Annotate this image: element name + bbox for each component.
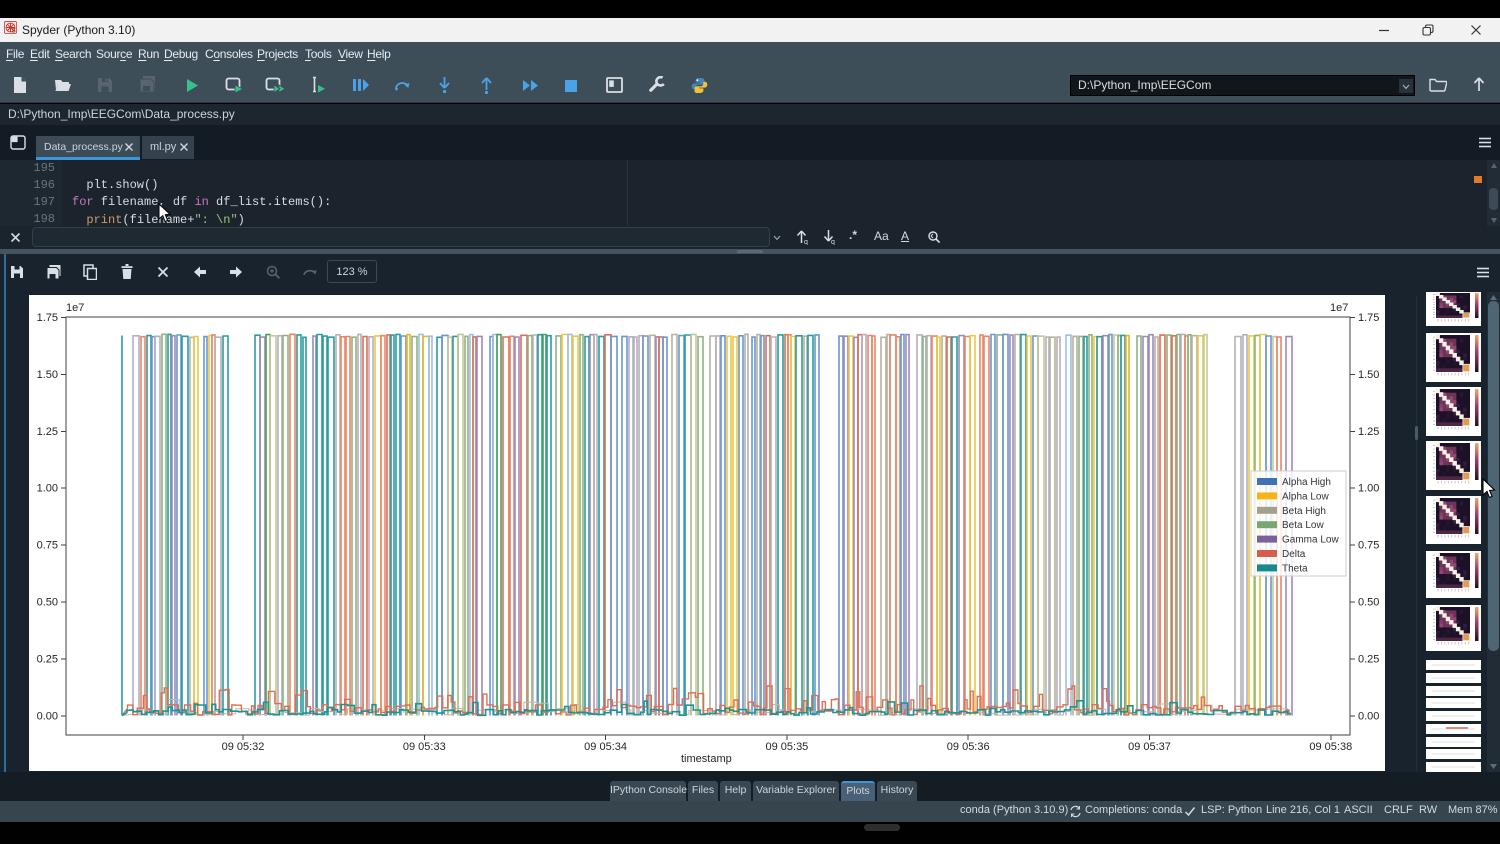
svg-text:1.25: 1.25 (37, 426, 58, 438)
svg-text:Beta High: Beta High (1282, 506, 1326, 517)
svg-text:Delta: Delta (1282, 549, 1306, 560)
svg-text:1e7: 1e7 (1330, 302, 1348, 314)
svg-text:1.00: 1.00 (37, 483, 58, 495)
svg-text:0.25: 0.25 (37, 653, 58, 665)
svg-text:1.00: 1.00 (1358, 483, 1379, 495)
svg-text:0.50: 0.50 (37, 597, 58, 609)
svg-text:1e7: 1e7 (66, 302, 84, 314)
svg-text:0.00: 0.00 (37, 710, 58, 722)
svg-text:09 05:32: 09 05:32 (222, 741, 265, 753)
svg-text:09 05:36: 09 05:36 (947, 741, 990, 753)
svg-text:0.50: 0.50 (1358, 597, 1379, 609)
svg-text:0.25: 0.25 (1358, 653, 1379, 665)
svg-text:09 05:38: 09 05:38 (1309, 741, 1352, 753)
svg-text:1.50: 1.50 (1358, 369, 1379, 381)
svg-text:Gamma Low: Gamma Low (1282, 535, 1339, 546)
svg-text:timestamp: timestamp (681, 753, 732, 765)
svg-text:Theta: Theta (1282, 563, 1308, 574)
svg-text:09 05:37: 09 05:37 (1128, 741, 1171, 753)
svg-text:1.75: 1.75 (37, 312, 58, 324)
svg-text:09 05:35: 09 05:35 (765, 741, 808, 753)
svg-text:Alpha Low: Alpha Low (1282, 491, 1329, 502)
svg-text:Alpha High: Alpha High (1282, 477, 1331, 488)
svg-text:S: S (11, 27, 16, 34)
svg-text:09 05:34: 09 05:34 (584, 741, 627, 753)
svg-text:q: q (831, 239, 835, 245)
svg-text:0.00: 0.00 (1358, 710, 1379, 722)
svg-text:1.50: 1.50 (37, 369, 58, 381)
svg-text:0.75: 0.75 (1358, 540, 1379, 552)
svg-text:0.75: 0.75 (37, 540, 58, 552)
svg-text:Beta Low: Beta Low (1282, 520, 1324, 531)
svg-text:q: q (804, 239, 808, 245)
svg-text:1.25: 1.25 (1358, 426, 1379, 438)
svg-text:1.75: 1.75 (1358, 312, 1379, 324)
svg-text:09 05:33: 09 05:33 (403, 741, 446, 753)
